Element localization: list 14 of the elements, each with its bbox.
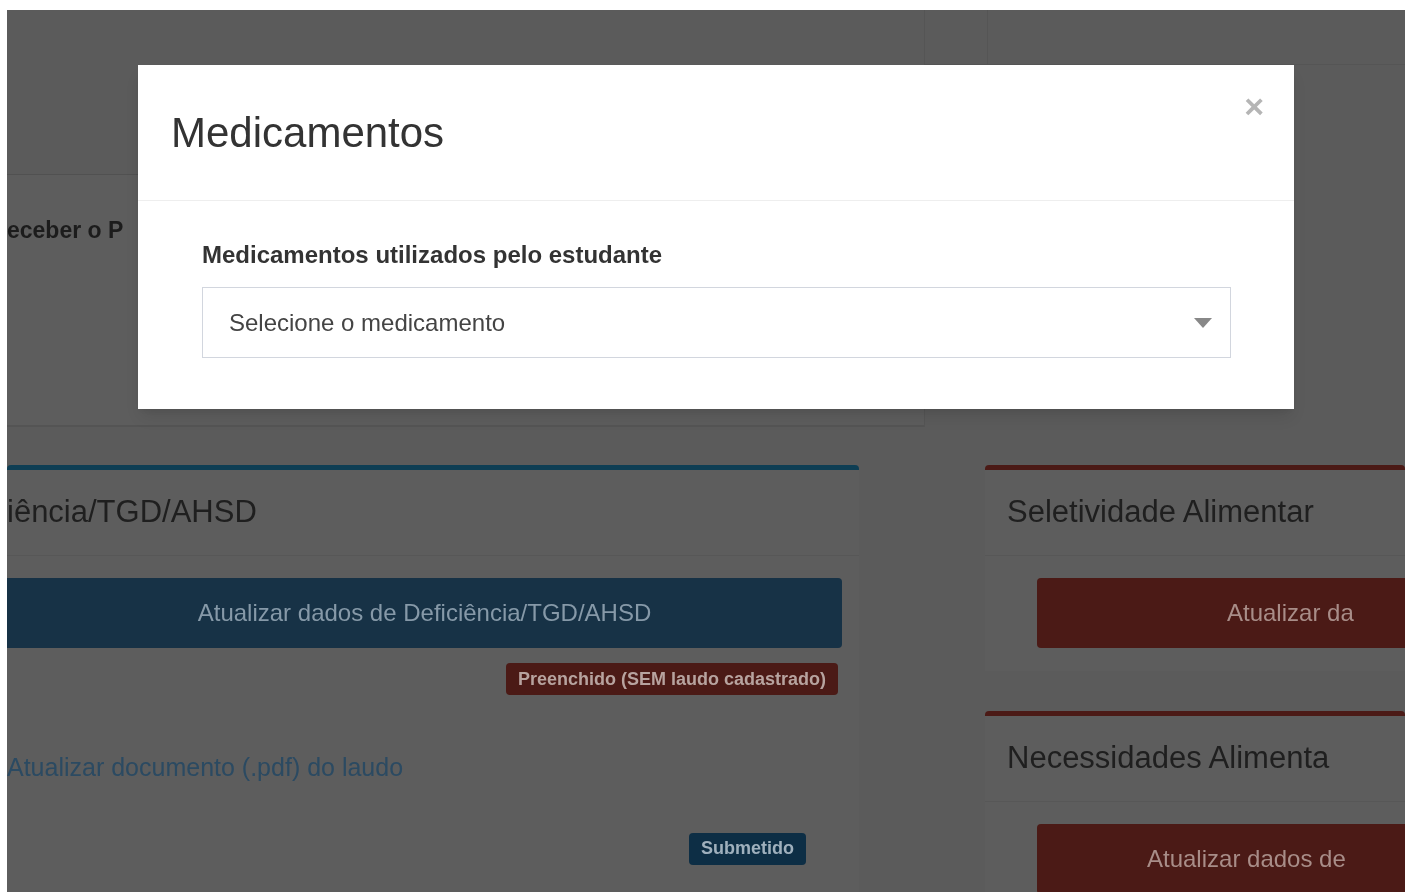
caret-icon	[1194, 317, 1212, 328]
status-badge: Preenchido (SEM laudo cadastrado)	[505, 663, 838, 695]
submitted-badge: Submetido	[689, 832, 806, 865]
select-placeholder: Selecione o medicamento	[229, 307, 506, 338]
section-text: eceber o P	[7, 216, 124, 245]
modal-title: Medicamentos	[171, 108, 445, 158]
card-title: iência/TGD/AHSD	[7, 493, 257, 532]
update-button[interactable]: Atualizar da	[1037, 578, 1405, 648]
field-label: Medicamentos utilizados pelo estudante	[202, 240, 664, 270]
medication-select[interactable]: Selecione o medicamento	[202, 287, 1231, 358]
update-button[interactable]: Atualizar dados de Deficiência/TGD/AHSD	[7, 578, 842, 648]
card-title: Seletividade Alimentar	[1007, 493, 1314, 532]
card-title: Necessidades Alimenta	[1007, 739, 1330, 778]
update-button[interactable]: Atualizar dados de	[1037, 824, 1405, 892]
